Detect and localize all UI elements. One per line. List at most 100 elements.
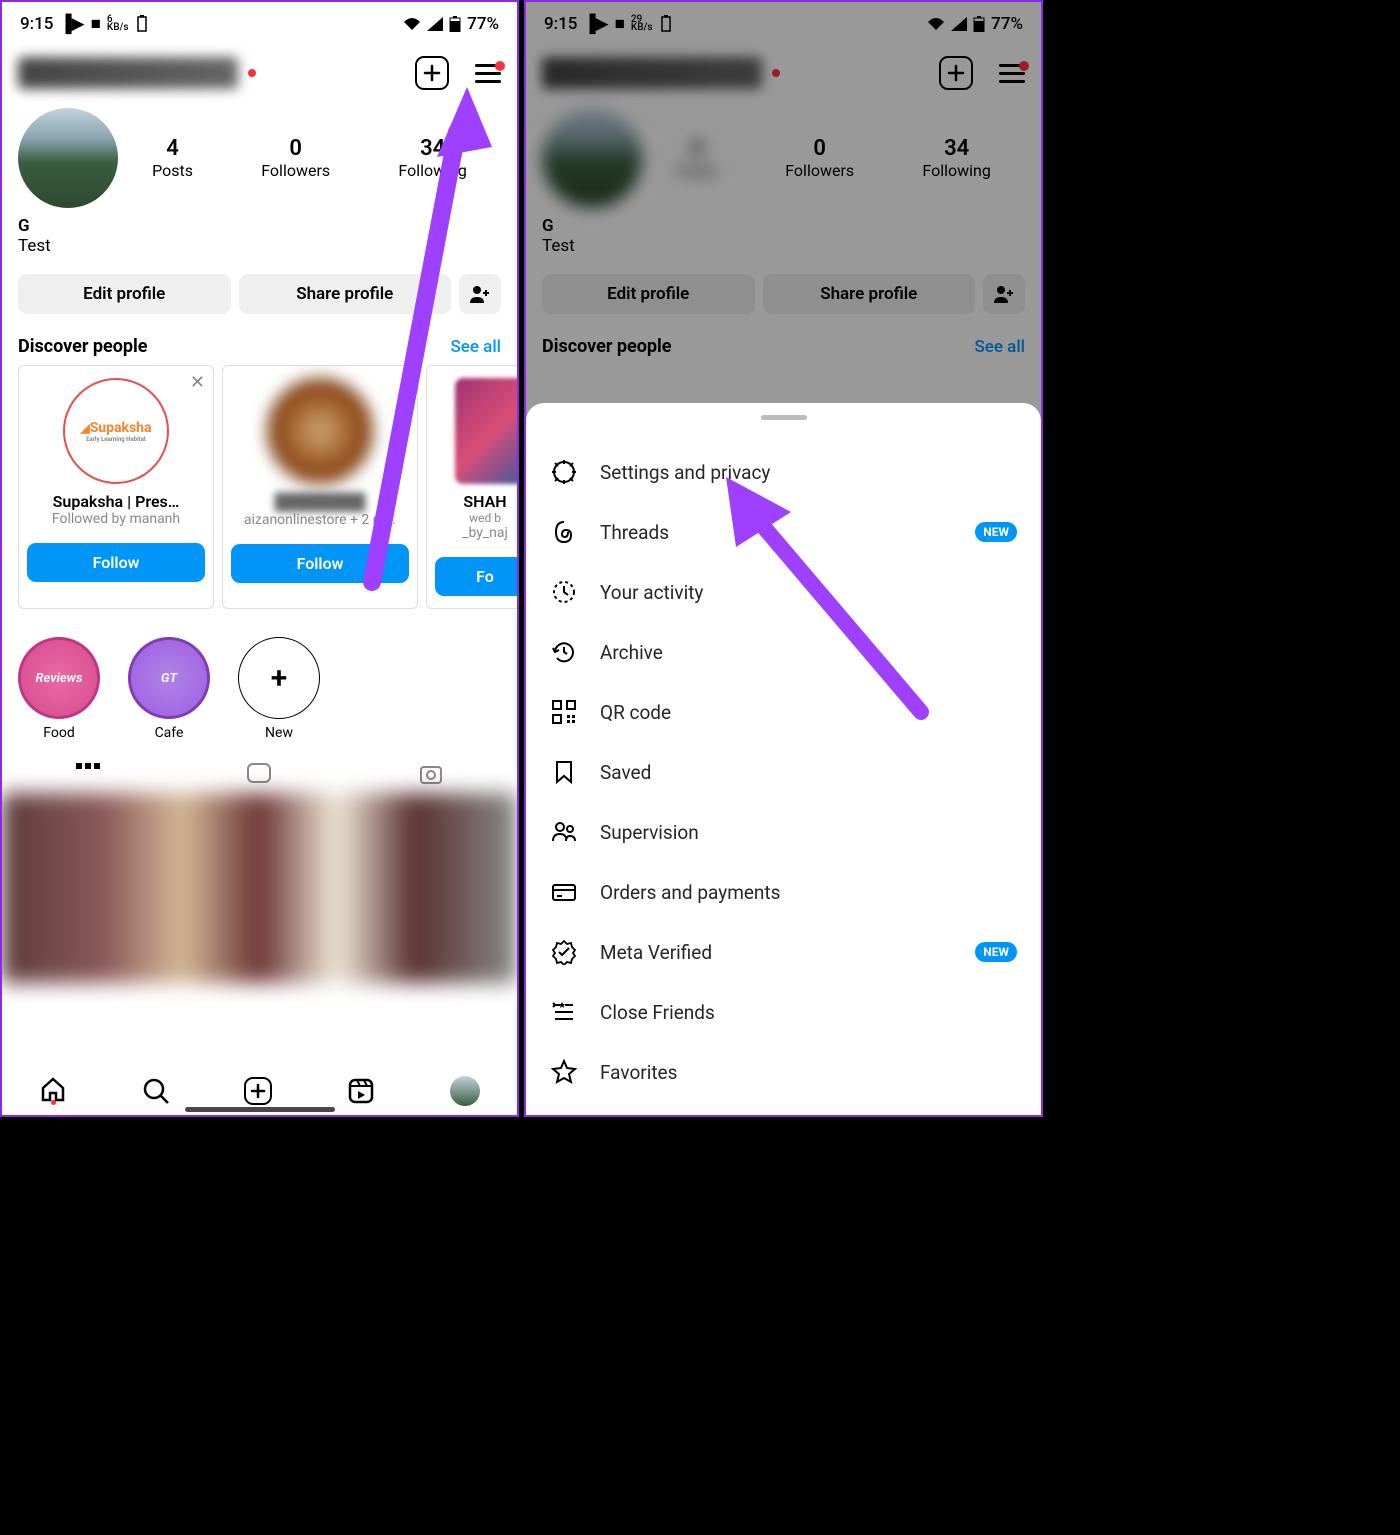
card-name: Supaksha | Pres… — [27, 492, 205, 511]
follow-button[interactable]: Fo — [435, 557, 517, 596]
edit-profile-button[interactable]: Edit profile — [18, 274, 231, 314]
discover-people-title: Discover people — [18, 336, 148, 357]
menu-meta-verified[interactable]: Meta Verified NEW — [526, 922, 1041, 982]
card-icon — [550, 878, 578, 906]
qr-icon — [550, 698, 578, 726]
add-person-icon — [469, 284, 491, 304]
profile-tabs — [2, 749, 517, 789]
follow-button[interactable]: Follow — [27, 543, 205, 582]
nav-create[interactable] — [244, 1077, 272, 1105]
profile-bio: G Test — [2, 208, 517, 264]
status-bar: 9:15 ▐▶ ■ 6KB/s 77% — [2, 2, 517, 42]
menu-qr[interactable]: QR code — [526, 682, 1041, 742]
square-icon: ■ — [91, 14, 101, 34]
phone-left: 9:15 ▐▶ ■ 6KB/s 77% — [0, 0, 519, 1117]
menu-notification-dot — [495, 61, 505, 71]
discover-people-button[interactable] — [459, 274, 501, 314]
status-time: 9:15 — [20, 14, 53, 34]
menu-threads[interactable]: Threads NEW — [526, 502, 1041, 562]
menu-archive[interactable]: Archive — [526, 622, 1041, 682]
profile-header — [2, 42, 517, 100]
menu-orders[interactable]: Orders and payments — [526, 862, 1041, 922]
star-icon — [550, 1058, 578, 1086]
posts-stat[interactable]: 4 Posts — [152, 136, 193, 180]
posts-grid-blurred[interactable] — [2, 793, 517, 983]
saved-icon — [550, 758, 578, 786]
battery-vert-icon — [135, 15, 149, 33]
share-profile-button[interactable]: Share profile — [763, 274, 976, 314]
new-badge: NEW — [975, 522, 1017, 542]
media-icon: ▐▶ — [59, 14, 84, 34]
followers-stat[interactable]: 0 Followers — [261, 136, 330, 180]
reels-icon[interactable] — [347, 1077, 375, 1105]
menu-button[interactable] — [475, 64, 501, 83]
card-sub: aizanonlinestore + 2 m... — [231, 512, 409, 528]
tagged-tab-icon[interactable] — [417, 761, 445, 789]
square-icon: ■ — [615, 14, 625, 34]
verified-icon — [550, 938, 578, 966]
activity-icon — [550, 578, 578, 606]
create-button[interactable] — [939, 56, 973, 90]
following-stat[interactable]: 34 Following — [398, 136, 466, 180]
discover-people-button[interactable] — [983, 274, 1025, 314]
discover-card[interactable]: ████████ aizanonlinestore + 2 m... Follo… — [222, 365, 418, 609]
archive-icon — [550, 638, 578, 666]
share-profile-button[interactable]: Share profile — [239, 274, 452, 314]
highlight-item[interactable]: Reviews Food — [18, 637, 100, 741]
see-all-link[interactable]: See all — [450, 337, 501, 357]
discover-card-partial[interactable]: SHAH wed b _by_naj Fo — [426, 365, 517, 609]
supervision-icon — [550, 818, 578, 846]
menu-close-friends[interactable]: Close Friends — [526, 982, 1041, 1042]
wifi-icon — [403, 17, 421, 31]
menu-button[interactable] — [999, 64, 1025, 83]
story-highlights: Reviews Food GT Cafe + New — [2, 609, 517, 749]
phone-right: 9:15 ▐▶ ■ 29KB/s 77% 4Posts 0 Fo — [524, 0, 1043, 1117]
media-icon: ▐▶ — [583, 14, 608, 34]
sheet-handle[interactable] — [761, 415, 807, 420]
follow-button[interactable]: Follow — [231, 544, 409, 583]
battery-percent: 77% — [467, 14, 499, 34]
profile-avatar[interactable] — [18, 108, 118, 208]
card-avatar-blurred — [267, 378, 373, 484]
card-sub: Followed by mananh — [27, 511, 205, 527]
nav-profile-avatar[interactable] — [450, 1076, 480, 1106]
home-icon — [39, 1075, 67, 1103]
status-bar: 9:15 ▐▶ ■ 29KB/s 77% — [526, 2, 1041, 42]
close-icon[interactable]: ✕ — [190, 372, 205, 393]
bio-text: Test — [18, 236, 501, 256]
plus-icon — [422, 63, 442, 83]
card-avatar: ◢SupakshaEarly Learning Habitat — [63, 378, 169, 484]
profile-avatar-blurred[interactable] — [542, 108, 642, 208]
nav-home[interactable] — [39, 1075, 67, 1107]
profile-stats-row: 4 Posts 0 Followers 34 Following — [2, 100, 517, 208]
card-name-blurred: ████████ — [231, 492, 409, 512]
display-name: G — [18, 216, 501, 236]
following-stat[interactable]: 34 Following — [922, 136, 990, 180]
highlight-item[interactable]: GT Cafe — [128, 637, 210, 741]
menu-supervision[interactable]: Supervision — [526, 802, 1041, 862]
settings-icon — [550, 458, 578, 486]
menu-saved[interactable]: Saved — [526, 742, 1041, 802]
username-blurred[interactable] — [542, 57, 762, 89]
notification-dot — [248, 69, 256, 77]
card-name: SHAH — [435, 492, 517, 511]
signal-icon — [427, 17, 443, 31]
see-all-link[interactable]: See all — [974, 337, 1025, 357]
search-icon[interactable] — [142, 1077, 170, 1105]
menu-settings-privacy[interactable]: Settings and privacy — [526, 442, 1041, 502]
menu-favorites[interactable]: Favorites — [526, 1042, 1041, 1102]
card-avatar — [455, 378, 517, 484]
home-indicator — [185, 1107, 335, 1112]
grid-tab-icon[interactable] — [74, 761, 102, 789]
close-friends-icon — [550, 998, 578, 1026]
menu-activity[interactable]: Your activity — [526, 562, 1041, 622]
reels-tab-icon[interactable] — [245, 761, 273, 789]
battery-icon — [449, 16, 461, 32]
followers-stat[interactable]: 0 Followers — [785, 136, 854, 180]
discover-card[interactable]: ✕ ◢SupakshaEarly Learning Habitat Supaks… — [18, 365, 214, 609]
edit-profile-button[interactable]: Edit profile — [542, 274, 755, 314]
create-button[interactable] — [415, 56, 449, 90]
username-blurred[interactable] — [18, 57, 238, 89]
discover-cards[interactable]: ✕ ◢SupakshaEarly Learning Habitat Supaks… — [2, 365, 517, 609]
highlight-new[interactable]: + New — [238, 637, 320, 741]
